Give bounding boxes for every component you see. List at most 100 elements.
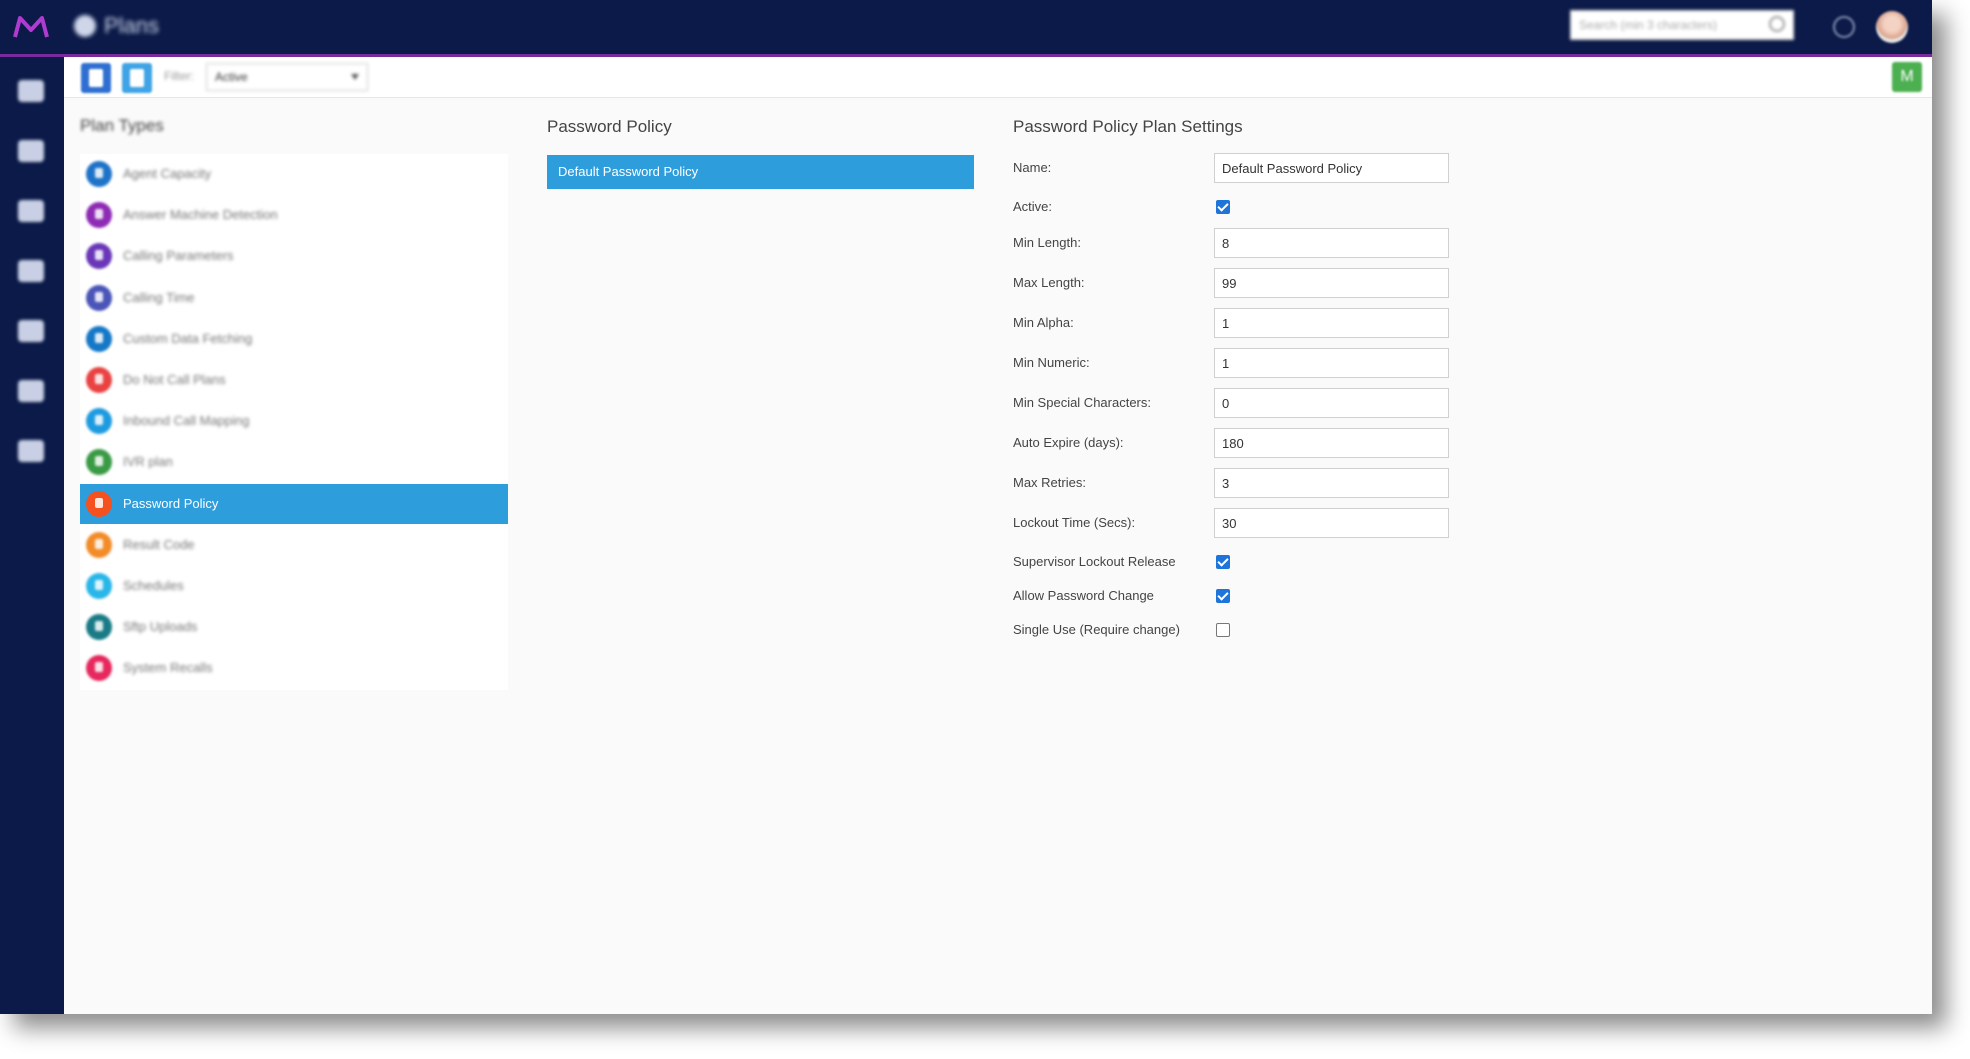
plan-type-label: Agent Capacity bbox=[123, 166, 212, 181]
plan-type-item[interactable]: System Recalls bbox=[80, 648, 508, 688]
plan-type-item[interactable]: Password Policy bbox=[80, 483, 508, 524]
plan-type-item[interactable]: IVR plan bbox=[80, 442, 508, 482]
avatar[interactable] bbox=[1876, 11, 1908, 43]
settings-icon[interactable] bbox=[18, 440, 44, 462]
auto-expire-row: Auto Expire (days): bbox=[1013, 428, 1473, 458]
plan-type-glyph-icon bbox=[95, 374, 103, 384]
plan-type-label: Password Policy bbox=[123, 495, 219, 511]
active-checkbox[interactable] bbox=[1216, 200, 1230, 214]
allow-change-checkbox[interactable] bbox=[1216, 589, 1230, 603]
plan-type-glyph-icon bbox=[95, 456, 103, 467]
copy-plan-button[interactable] bbox=[122, 63, 152, 93]
max-length-field[interactable] bbox=[1214, 268, 1449, 298]
plan-type-icon bbox=[86, 367, 112, 393]
allow-change-label: Allow Password Change bbox=[1013, 588, 1154, 603]
plan-type-item[interactable]: Sftp Uploads bbox=[80, 607, 508, 647]
page-title: Plans bbox=[74, 13, 159, 39]
plan-type-glyph-icon bbox=[95, 415, 103, 426]
plan-type-label: Custom Data Fetching bbox=[123, 330, 253, 346]
filter-select[interactable]: Active bbox=[206, 63, 368, 91]
plan-type-glyph-icon bbox=[95, 209, 103, 220]
supervisor-release-checkbox[interactable] bbox=[1216, 555, 1230, 569]
plan-type-item[interactable]: Calling Parameters bbox=[80, 236, 508, 276]
name-row: Name: bbox=[1013, 153, 1473, 183]
plan-type-glyph-icon bbox=[95, 332, 103, 343]
plan-type-item[interactable]: Result Code bbox=[80, 525, 508, 565]
plans-icon bbox=[74, 15, 96, 37]
toolbar-right-button[interactable]: M bbox=[1892, 62, 1922, 92]
plan-types-title: Plan Types bbox=[80, 116, 164, 135]
plan-type-glyph-icon bbox=[95, 168, 103, 178]
min-length-field[interactable] bbox=[1214, 228, 1449, 258]
plan-type-icon bbox=[86, 284, 112, 311]
plan-type-item[interactable]: Schedules bbox=[80, 566, 508, 606]
min-special-row: Min Special Characters: bbox=[1013, 388, 1473, 418]
plan-type-icon bbox=[86, 531, 112, 558]
plan-type-glyph-icon bbox=[95, 580, 103, 590]
policy-list-title: Password Policy bbox=[547, 117, 672, 136]
plan-type-label: Inbound Call Mapping bbox=[123, 413, 250, 429]
supervisor-release-row: Supervisor Lockout Release bbox=[1013, 550, 1473, 580]
plan-type-icon bbox=[86, 243, 112, 270]
name-field[interactable] bbox=[1214, 153, 1449, 183]
search-icon[interactable] bbox=[1769, 16, 1785, 32]
min-numeric-field[interactable] bbox=[1214, 348, 1449, 378]
auto-expire-field[interactable] bbox=[1214, 428, 1449, 458]
brand-logo-icon[interactable] bbox=[12, 12, 50, 42]
filter-value: Active bbox=[215, 70, 248, 84]
plan-type-label: System Recalls bbox=[123, 660, 213, 676]
page-title-text: Plans bbox=[104, 13, 160, 38]
min-alpha-label: Min Alpha: bbox=[1013, 315, 1074, 330]
chevron-down-icon bbox=[351, 74, 359, 80]
gauge-icon[interactable] bbox=[18, 200, 44, 222]
plan-type-label: Do Not Call Plans bbox=[123, 372, 226, 387]
auto-expire-label: Auto Expire (days): bbox=[1013, 435, 1124, 450]
database-icon[interactable] bbox=[18, 260, 44, 282]
max-retries-field[interactable] bbox=[1214, 468, 1449, 498]
plan-type-icon bbox=[86, 408, 112, 435]
plan-type-item[interactable]: Agent Capacity bbox=[80, 154, 508, 194]
document-icon[interactable] bbox=[18, 380, 44, 402]
plan-type-item[interactable]: Custom Data Fetching bbox=[80, 319, 508, 359]
plan-type-glyph-icon bbox=[95, 497, 103, 508]
plan-type-icon bbox=[86, 490, 112, 517]
plan-type-label: Schedules bbox=[123, 578, 184, 593]
dashboard-icon[interactable] bbox=[18, 140, 44, 162]
min-length-label: Min Length: bbox=[1013, 235, 1081, 250]
min-special-label: Min Special Characters: bbox=[1013, 395, 1151, 410]
plan-type-item[interactable]: Inbound Call Mapping bbox=[80, 401, 508, 441]
plan-type-icon bbox=[86, 161, 112, 187]
filter-label: Filter: bbox=[164, 69, 194, 83]
plan-types-list: Agent Capacity Answer Machine Detection Ca… bbox=[80, 154, 508, 690]
single-use-row: Single Use (Require change) bbox=[1013, 618, 1473, 648]
app-window: Plans Search (min 3 characters) Filter: … bbox=[0, 0, 1932, 1014]
lockout-time-field[interactable] bbox=[1214, 508, 1449, 538]
plan-type-item[interactable]: Calling Time bbox=[80, 278, 508, 318]
policy-list-item-default[interactable]: Default Password Policy bbox=[547, 155, 974, 189]
plan-type-item[interactable]: Answer Machine Detection bbox=[80, 195, 508, 235]
top-bar: Plans Search (min 3 characters) bbox=[0, 0, 1932, 57]
export-icon[interactable] bbox=[18, 320, 44, 342]
home-icon[interactable] bbox=[18, 80, 44, 102]
max-length-label: Max Length: bbox=[1013, 275, 1085, 290]
plan-type-label: Sftp Uploads bbox=[123, 619, 198, 635]
search-placeholder: Search (min 3 characters) bbox=[1579, 18, 1718, 32]
lockout-time-label: Lockout Time (Secs): bbox=[1013, 515, 1136, 530]
plan-type-icon bbox=[86, 202, 112, 229]
help-icon[interactable] bbox=[1833, 16, 1855, 38]
plan-type-glyph-icon bbox=[95, 538, 103, 549]
search-input[interactable]: Search (min 3 characters) bbox=[1570, 10, 1794, 40]
plan-type-item[interactable]: Do Not Call Plans bbox=[80, 360, 508, 400]
min-alpha-field[interactable] bbox=[1214, 308, 1449, 338]
new-plan-button[interactable] bbox=[81, 63, 111, 93]
plan-type-icon bbox=[86, 449, 112, 476]
new-document-icon bbox=[89, 69, 103, 87]
active-row: Active: bbox=[1013, 195, 1473, 225]
max-length-row: Max Length: bbox=[1013, 268, 1473, 298]
min-length-row: Min Length: bbox=[1013, 228, 1473, 258]
allow-change-row: Allow Password Change bbox=[1013, 584, 1473, 614]
min-special-field[interactable] bbox=[1214, 388, 1449, 418]
single-use-checkbox[interactable] bbox=[1216, 623, 1230, 637]
plan-type-glyph-icon bbox=[95, 621, 103, 632]
toolbar: Filter: Active M bbox=[64, 57, 1932, 98]
